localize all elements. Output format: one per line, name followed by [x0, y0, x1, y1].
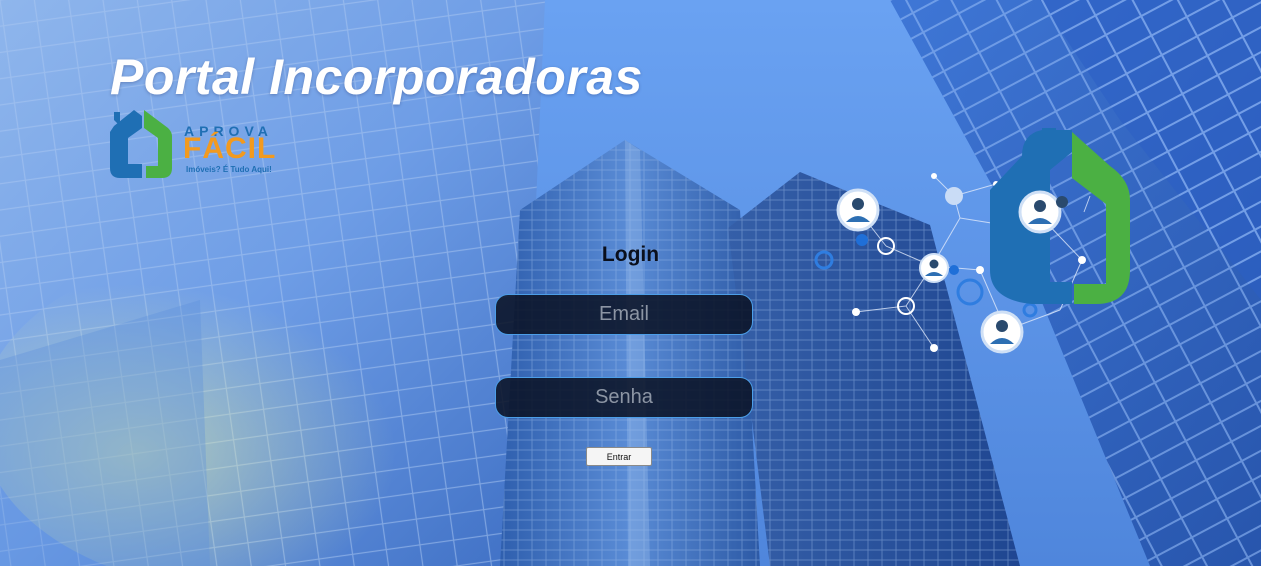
businessman-icon — [919, 253, 949, 283]
logo-tagline: Imóveis? É Tudo Aqui! — [186, 165, 272, 174]
logo-word-facil: FÁCIL — [183, 132, 277, 165]
password-input[interactable] — [495, 377, 753, 418]
network-illustration — [814, 128, 1130, 354]
page-title: Portal Incorporadoras — [110, 49, 643, 105]
user-avatar-icon — [980, 310, 1024, 354]
entrar-button[interactable]: Entrar — [586, 447, 652, 466]
email-input[interactable] — [495, 294, 753, 335]
businesswoman-icon — [836, 188, 880, 232]
aprova-facil-logo: APROVA FÁCIL Imóveis? É Tudo Aqui! — [106, 106, 286, 184]
support-agent-icon — [1018, 190, 1068, 234]
house-logo-icon — [110, 110, 172, 178]
